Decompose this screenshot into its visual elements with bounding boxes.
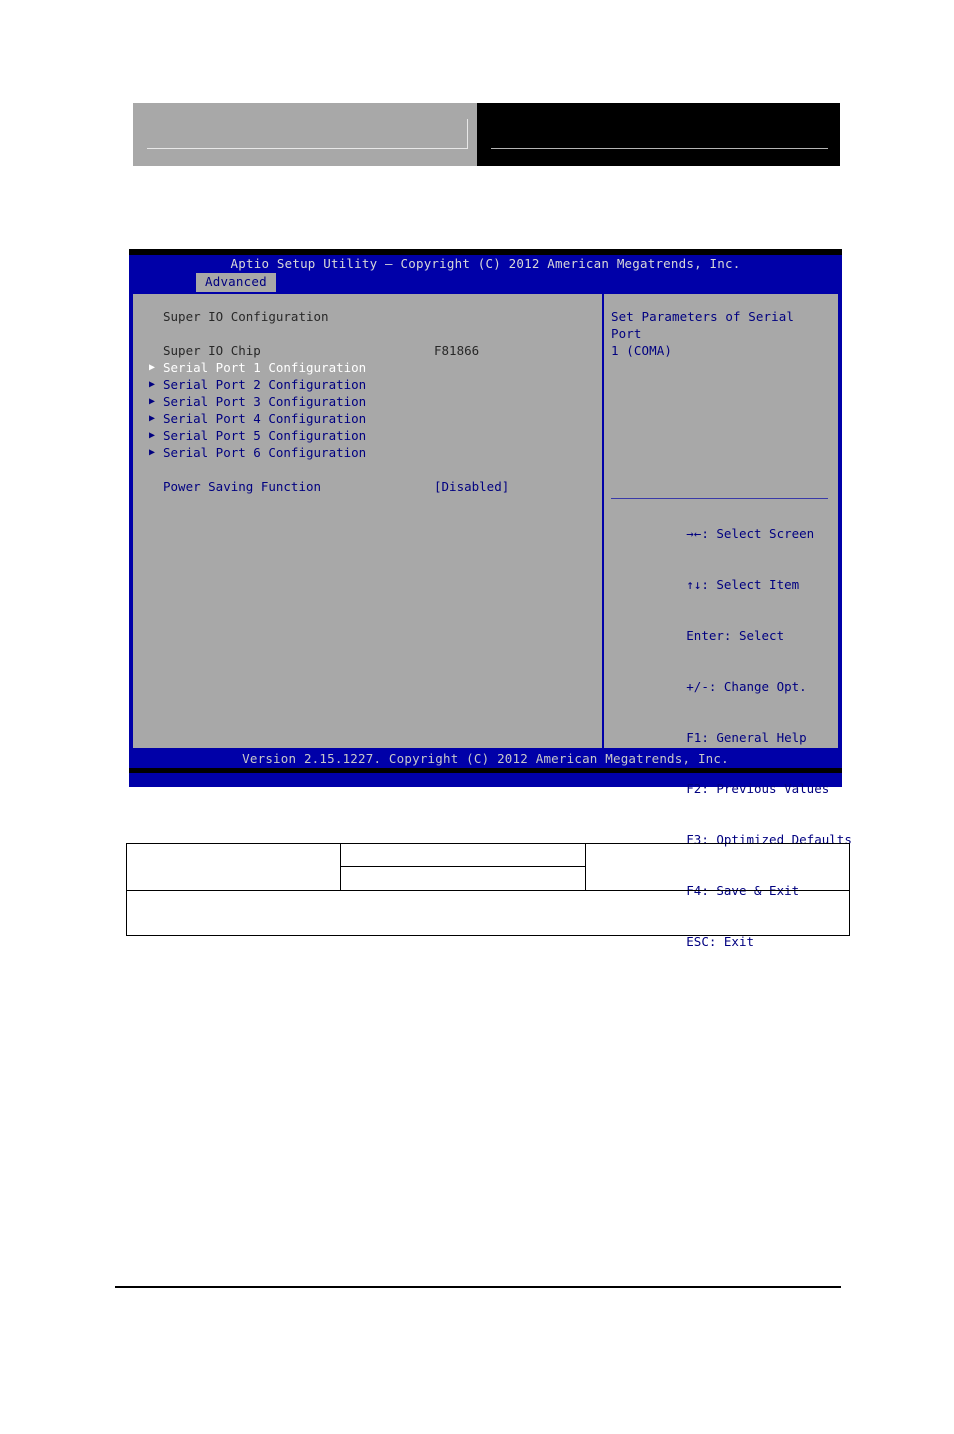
menu-item-label: Serial Port 6 Configuration bbox=[163, 445, 367, 460]
table-subcell bbox=[341, 867, 585, 890]
key-legend-item: Enter: Select bbox=[611, 610, 852, 661]
submenu-arrow-icon: ▶ bbox=[149, 396, 156, 407]
table-row bbox=[126, 843, 850, 890]
super-io-chip-value: F81866 bbox=[434, 343, 480, 358]
menu-item-serial-port-1[interactable]: ▶ Serial Port 1 Configuration bbox=[149, 359, 602, 376]
key-legend-item: →←: Select Screen bbox=[611, 508, 852, 559]
header-left-underline bbox=[147, 148, 468, 149]
help-description: Set Parameters of Serial Port 1 (COMA) bbox=[611, 309, 795, 358]
key-legend-desc: : Change Opt. bbox=[708, 679, 807, 694]
key-legend-item: ↑↓: Select Item bbox=[611, 559, 852, 610]
help-separator bbox=[611, 498, 828, 499]
menu-item-serial-port-2[interactable]: ▶ Serial Port 2 Configuration bbox=[149, 376, 602, 393]
key-legend-key: ESC bbox=[686, 934, 709, 949]
menu-item-serial-port-5[interactable]: ▶ Serial Port 5 Configuration bbox=[149, 427, 602, 444]
key-legend-desc: : Exit bbox=[708, 934, 754, 949]
table-subcell bbox=[341, 844, 585, 867]
menu-item-label: Serial Port 5 Configuration bbox=[163, 428, 367, 443]
bios-body: Super IO Configuration Super IO Chip F81… bbox=[131, 292, 852, 949]
submenu-arrow-icon: ▶ bbox=[149, 362, 156, 373]
key-legend-desc: : Select Item bbox=[701, 577, 800, 592]
power-saving-function-row[interactable]: Power Saving Function [Disabled] bbox=[149, 478, 602, 495]
submenu-arrow-icon: ▶ bbox=[149, 413, 156, 424]
power-saving-label: Power Saving Function bbox=[163, 479, 322, 494]
key-legend-key: →← bbox=[686, 526, 702, 541]
key-legend-item: F1: General Help bbox=[611, 712, 852, 763]
section-heading-label: Super IO Configuration bbox=[163, 309, 329, 324]
document-table bbox=[126, 843, 850, 936]
key-legend-desc: : General Help bbox=[701, 730, 807, 745]
menu-item-label: Serial Port 3 Configuration bbox=[163, 394, 367, 409]
help-panel: Set Parameters of Serial Port 1 (COMA) →… bbox=[604, 292, 852, 949]
header-left-vertical-rule bbox=[467, 119, 468, 149]
header-block-left bbox=[133, 103, 477, 166]
settings-panel: Super IO Configuration Super IO Chip F81… bbox=[131, 292, 602, 750]
bios-tab-bar: Advanced bbox=[129, 273, 842, 292]
submenu-arrow-icon: ▶ bbox=[149, 447, 156, 458]
menu-item-serial-port-3[interactable]: ▶ Serial Port 3 Configuration bbox=[149, 393, 602, 410]
key-legend-key: F2 bbox=[686, 781, 702, 796]
key-legend-desc: : Select bbox=[723, 628, 785, 643]
table-cell bbox=[127, 844, 341, 890]
key-legend-key: +/- bbox=[686, 679, 709, 694]
menu-item-serial-port-4[interactable]: ▶ Serial Port 4 Configuration bbox=[149, 410, 602, 427]
header-right-underline bbox=[491, 148, 828, 149]
table-cell bbox=[586, 844, 849, 890]
table-row bbox=[126, 890, 850, 936]
menu-item-label: Serial Port 4 Configuration bbox=[163, 411, 367, 426]
key-legend-item: +/-: Change Opt. bbox=[611, 661, 852, 712]
key-legend-item: F2: Previous Values bbox=[611, 763, 852, 814]
key-legend-key: ↑↓ bbox=[686, 577, 702, 592]
super-io-chip-row: Super IO Chip F81866 bbox=[149, 342, 602, 359]
power-saving-value[interactable]: [Disabled] bbox=[434, 478, 509, 495]
key-legend-desc: : Previous Values bbox=[701, 781, 830, 796]
key-legend-desc: : Select Screen bbox=[701, 526, 815, 541]
bios-title: Aptio Setup Utility – Copyright (C) 2012… bbox=[129, 255, 842, 273]
key-legend-key: Enter bbox=[686, 628, 724, 643]
bios-setup-window: Aptio Setup Utility – Copyright (C) 2012… bbox=[129, 249, 852, 949]
menu-item-label: Serial Port 2 Configuration bbox=[163, 377, 367, 392]
submenu-arrow-icon: ▶ bbox=[149, 379, 156, 390]
super-io-chip-label: Super IO Chip bbox=[163, 343, 261, 358]
section-heading: Super IO Configuration bbox=[149, 308, 602, 325]
table-cell bbox=[341, 844, 586, 890]
submenu-arrow-icon: ▶ bbox=[149, 430, 156, 441]
menu-item-serial-port-6[interactable]: ▶ Serial Port 6 Configuration bbox=[149, 444, 602, 461]
key-legend-key: F1 bbox=[686, 730, 702, 745]
tab-advanced[interactable]: Advanced bbox=[196, 273, 276, 292]
document-header bbox=[133, 103, 840, 166]
page-footer-rule bbox=[115, 1286, 841, 1288]
header-block-right bbox=[477, 103, 840, 166]
menu-item-label: Serial Port 1 Configuration bbox=[163, 360, 367, 375]
